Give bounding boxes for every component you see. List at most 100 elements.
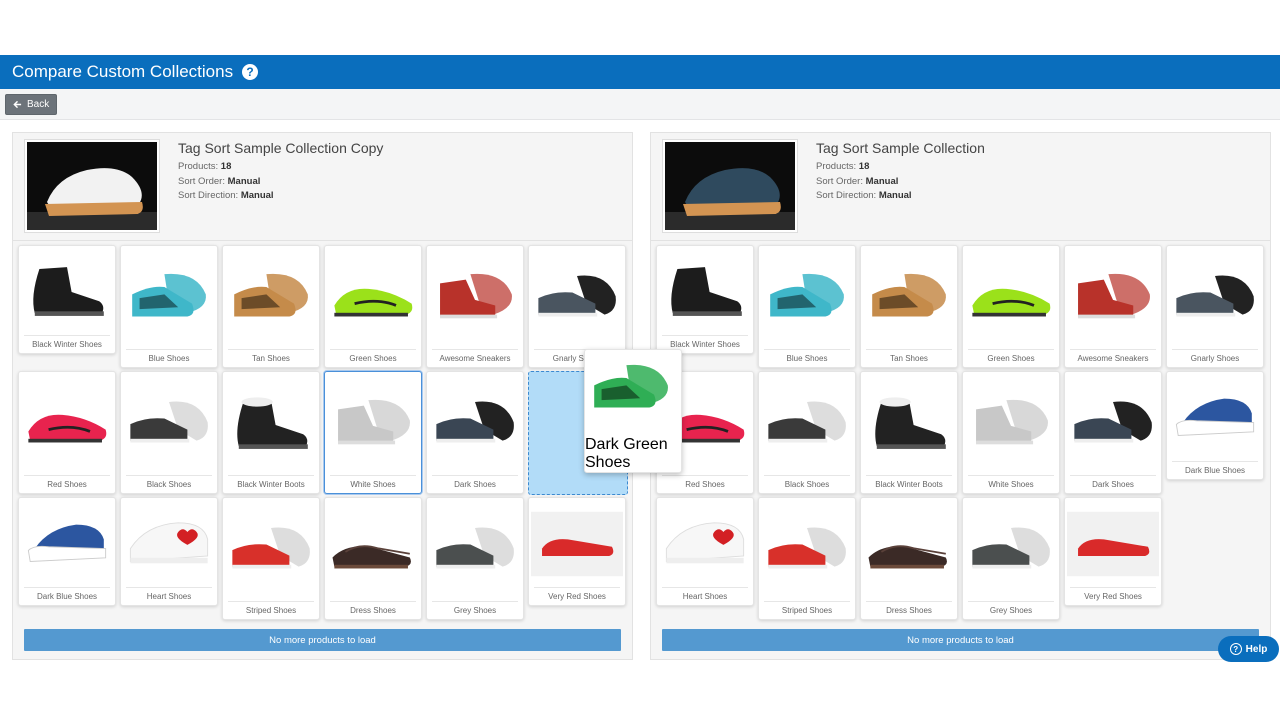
compare-area: Tag Sort Sample Collection Copy Products… bbox=[0, 120, 1280, 720]
collection-header: Tag Sort Sample Collection Copy Products… bbox=[13, 133, 632, 241]
product-image bbox=[21, 501, 113, 587]
product-name: Blue Shoes bbox=[126, 349, 212, 367]
product-image bbox=[429, 249, 521, 349]
product-name: Dark Shoes bbox=[1070, 475, 1156, 493]
product-name: Green Shoes bbox=[968, 349, 1054, 367]
product-image bbox=[965, 249, 1057, 349]
product-card[interactable]: Heart Shoes bbox=[120, 497, 218, 606]
product-name: Tan Shoes bbox=[866, 349, 952, 367]
product-card[interactable]: Grey Shoes bbox=[426, 497, 524, 620]
product-card[interactable]: Black Winter Shoes bbox=[18, 245, 116, 354]
sort-direction: Sort Direction: Manual bbox=[178, 190, 274, 201]
product-card[interactable]: Tan Shoes bbox=[860, 245, 958, 368]
product-card[interactable]: Black Shoes bbox=[120, 371, 218, 494]
product-image bbox=[761, 501, 853, 601]
product-card[interactable]: Gnarly Shoes bbox=[1166, 245, 1264, 368]
product-name: Very Red Shoes bbox=[1070, 587, 1156, 605]
product-card[interactable]: Black Winter Shoes bbox=[656, 245, 754, 354]
product-card[interactable]: Striped Shoes bbox=[758, 497, 856, 620]
product-image bbox=[863, 249, 955, 349]
product-card[interactable]: Red Shoes bbox=[18, 371, 116, 494]
product-name: Tan Shoes bbox=[228, 349, 314, 367]
product-card[interactable]: Very Red Shoes bbox=[1064, 497, 1162, 606]
product-image bbox=[1067, 375, 1159, 475]
collection-title: Tag Sort Sample Collection Copy bbox=[178, 140, 384, 156]
product-card[interactable]: Dress Shoes bbox=[860, 497, 958, 620]
product-card[interactable]: Heart Shoes bbox=[656, 497, 754, 606]
help-label: Help bbox=[1245, 643, 1268, 655]
product-card[interactable]: Dark Blue Shoes bbox=[1166, 371, 1264, 480]
product-name: Black Winter Boots bbox=[866, 475, 952, 493]
back-label: Back bbox=[27, 99, 50, 110]
arrow-left-icon bbox=[13, 100, 22, 109]
collection-title: Tag Sort Sample Collection bbox=[816, 140, 985, 156]
product-card[interactable]: Grey Shoes bbox=[962, 497, 1060, 620]
load-more-button[interactable]: No more products to load bbox=[662, 629, 1259, 651]
question-circle-icon[interactable]: ? bbox=[242, 64, 259, 80]
product-image bbox=[123, 249, 215, 349]
product-image bbox=[123, 375, 215, 475]
product-card[interactable]: White Shoes bbox=[324, 371, 422, 494]
product-card[interactable]: Black Shoes bbox=[758, 371, 856, 494]
product-card[interactable]: Green Shoes bbox=[962, 245, 1060, 368]
product-card[interactable]: White Shoes bbox=[962, 371, 1060, 494]
collection-image bbox=[25, 140, 159, 232]
product-card[interactable]: Blue Shoes bbox=[758, 245, 856, 368]
product-image bbox=[659, 501, 751, 587]
product-name: Dark Shoes bbox=[432, 475, 518, 493]
product-name: Dress Shoes bbox=[866, 601, 952, 619]
product-image bbox=[225, 249, 317, 349]
product-image bbox=[327, 249, 419, 349]
product-card[interactable]: Black Winter Boots bbox=[222, 371, 320, 494]
product-name: Dark Blue Shoes bbox=[1172, 461, 1258, 479]
sort-direction: Sort Direction: Manual bbox=[816, 190, 912, 201]
product-card[interactable]: Dark Shoes bbox=[1064, 371, 1162, 494]
product-image bbox=[429, 501, 521, 601]
product-card[interactable]: Blue Shoes bbox=[120, 245, 218, 368]
product-image bbox=[531, 501, 623, 587]
product-name: Blue Shoes bbox=[764, 349, 850, 367]
product-image bbox=[965, 501, 1057, 601]
product-image bbox=[225, 501, 317, 601]
collection-header: Tag Sort Sample Collection Products: 18 … bbox=[651, 133, 1270, 241]
top-spacer bbox=[0, 0, 1280, 55]
product-name: Striped Shoes bbox=[228, 601, 314, 619]
product-name: Dress Shoes bbox=[330, 601, 416, 619]
product-image bbox=[327, 501, 419, 601]
product-name: Grey Shoes bbox=[432, 601, 518, 619]
product-image bbox=[531, 249, 623, 349]
product-name: Red Shoes bbox=[662, 475, 748, 493]
product-image bbox=[1169, 249, 1261, 349]
sort-order: Sort Order: Manual bbox=[178, 175, 261, 187]
sort-order: Sort Order: Manual bbox=[816, 175, 899, 187]
product-image bbox=[21, 249, 113, 335]
collection-image bbox=[663, 140, 797, 232]
help-button[interactable]: ? Help bbox=[1218, 636, 1279, 662]
product-card[interactable]: Awesome Sneakers bbox=[1064, 245, 1162, 368]
product-image bbox=[1169, 375, 1261, 461]
product-image bbox=[585, 350, 681, 436]
product-card[interactable]: Very Red Shoes bbox=[528, 497, 626, 606]
products-count: Products: 18 bbox=[816, 161, 870, 172]
product-card[interactable]: Striped Shoes bbox=[222, 497, 320, 620]
product-name: Grey Shoes bbox=[968, 601, 1054, 619]
question-circle-icon: ? bbox=[1229, 643, 1242, 655]
product-card[interactable]: Dark Blue Shoes bbox=[18, 497, 116, 606]
product-card[interactable]: Dress Shoes bbox=[324, 497, 422, 620]
product-card[interactable]: Awesome Sneakers bbox=[426, 245, 524, 368]
product-image bbox=[225, 375, 317, 475]
load-more-button[interactable]: No more products to load bbox=[24, 629, 621, 651]
product-name: Black Shoes bbox=[126, 475, 212, 493]
page-header: Compare Custom Collections ? bbox=[0, 55, 1280, 89]
product-name: Black Shoes bbox=[764, 475, 850, 493]
product-card[interactable]: Green Shoes bbox=[324, 245, 422, 368]
product-image bbox=[863, 501, 955, 601]
product-card[interactable]: Dark Shoes bbox=[426, 371, 524, 494]
dragging-product-card[interactable]: Dark Green Shoes bbox=[584, 349, 682, 473]
back-button[interactable]: Back bbox=[5, 94, 58, 115]
product-image bbox=[761, 249, 853, 349]
product-card[interactable]: Black Winter Boots bbox=[860, 371, 958, 494]
product-card[interactable]: Tan Shoes bbox=[222, 245, 320, 368]
collection-panel-right: Tag Sort Sample Collection Products: 18 … bbox=[650, 132, 1271, 660]
collection-panel-left: Tag Sort Sample Collection Copy Products… bbox=[12, 132, 682, 660]
